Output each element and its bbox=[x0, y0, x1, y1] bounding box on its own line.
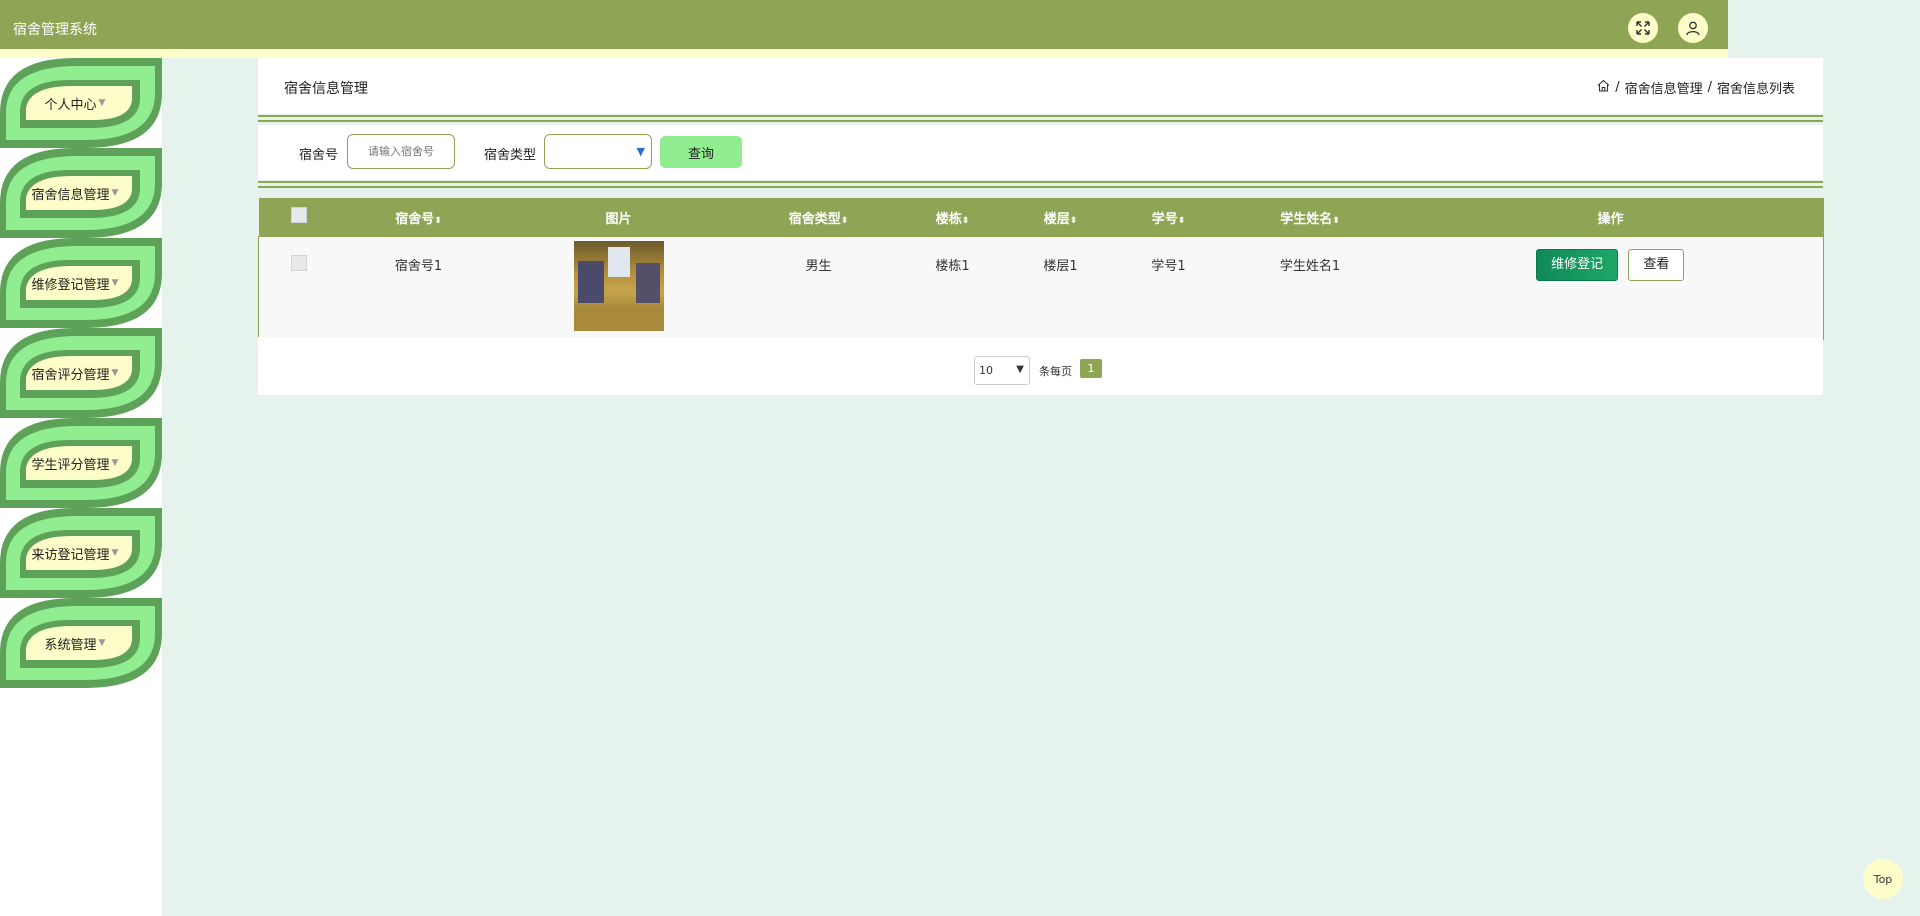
dorm-no-input[interactable] bbox=[347, 134, 455, 169]
cell-actions: 维修登记 查看 bbox=[1397, 236, 1824, 340]
caret-down-icon: ▼ bbox=[111, 548, 119, 558]
sidebar-item-label: 学生评分管理 bbox=[31, 457, 110, 473]
cell-image bbox=[498, 236, 739, 340]
cell-floor: 楼层1 bbox=[1006, 236, 1115, 340]
sort-icon[interactable]: ⬍ bbox=[434, 216, 442, 226]
dorm-photo[interactable] bbox=[573, 241, 664, 331]
app-title: 宿舍管理系统 bbox=[13, 22, 97, 38]
sidebar-item-label: 维修登记管理 bbox=[31, 277, 110, 293]
breadcrumb-item: 宿舍信息列表 bbox=[1716, 82, 1795, 97]
sidebar-item-repair[interactable]: 维修登记管理 ▼ bbox=[0, 238, 162, 328]
caret-down-icon: ▼ bbox=[111, 458, 119, 468]
home-icon[interactable] bbox=[1597, 79, 1610, 96]
table-row: 宿舍号1 男生 楼栋1 楼层1 学号1 学生姓名1 维修登记 查看 bbox=[258, 236, 1824, 340]
dorm-table: 宿舍号⬍ 图片 宿舍类型⬍ 楼栋⬍ 楼层⬍ 学号⬍ 学生姓名⬍ 操作 宿舍号1 … bbox=[258, 198, 1824, 340]
sidebar-item-label: 宿舍信息管理 bbox=[31, 187, 110, 203]
page-header: 宿舍信息管理 / 宿舍信息管理 / 宿舍信息列表 bbox=[258, 58, 1823, 114]
per-page-label: 条每页 bbox=[1039, 365, 1072, 378]
sidebar-item-dorm-info[interactable]: 宿舍信息管理 ▼ bbox=[0, 148, 162, 238]
column-header: 图片 bbox=[498, 198, 739, 237]
divider bbox=[258, 115, 1823, 122]
view-button[interactable]: 查看 bbox=[1628, 249, 1685, 281]
select-all-cell bbox=[258, 198, 339, 237]
sort-icon[interactable]: ⬍ bbox=[841, 216, 849, 226]
cell-type: 男生 bbox=[738, 236, 899, 340]
breadcrumb-separator: / bbox=[1615, 80, 1620, 95]
sort-icon[interactable]: ⬍ bbox=[1070, 216, 1078, 226]
page-title: 宿舍信息管理 bbox=[284, 81, 368, 97]
page-size-select[interactable]: 10 ▼ bbox=[974, 356, 1030, 385]
top-bar: 宿舍管理系统 bbox=[0, 0, 1728, 58]
back-to-top-button[interactable]: Top bbox=[1863, 859, 1903, 899]
column-header: 操作 bbox=[1397, 198, 1824, 237]
breadcrumb: / 宿舍信息管理 / 宿舍信息列表 bbox=[1597, 78, 1795, 97]
chevron-down-icon: ▼ bbox=[636, 145, 645, 158]
sidebar-item-dorm-score[interactable]: 宿舍评分管理 ▼ bbox=[0, 328, 162, 418]
caret-down-icon: ▼ bbox=[98, 638, 106, 648]
breadcrumb-item[interactable]: 宿舍信息管理 bbox=[1625, 78, 1703, 97]
dorm-no-label: 宿舍号 bbox=[299, 148, 339, 163]
row-checkbox[interactable] bbox=[290, 255, 307, 271]
sidebar-item-student-score[interactable]: 学生评分管理 ▼ bbox=[0, 418, 162, 508]
breadcrumb-separator: / bbox=[1707, 80, 1712, 95]
cell-building: 楼栋1 bbox=[898, 236, 1007, 340]
column-header[interactable]: 宿舍类型⬍ bbox=[738, 198, 899, 237]
caret-down-icon: ▼ bbox=[111, 278, 119, 288]
sidebar-item-label: 个人中心 bbox=[44, 97, 97, 113]
select-all-checkbox[interactable] bbox=[290, 207, 307, 223]
column-header[interactable]: 学生姓名⬍ bbox=[1222, 198, 1398, 237]
cell-student-name: 学生姓名1 bbox=[1222, 236, 1398, 340]
pagination: 10 ▼ 条每页 1 bbox=[258, 337, 1823, 395]
cell-student-id: 学号1 bbox=[1114, 236, 1223, 340]
divider bbox=[258, 181, 1823, 188]
sort-icon[interactable]: ⬍ bbox=[962, 216, 970, 226]
chevron-down-icon: ▼ bbox=[1016, 364, 1024, 375]
sidebar-item-visitor[interactable]: 来访登记管理 ▼ bbox=[0, 508, 162, 598]
dorm-type-select[interactable]: ▼ bbox=[544, 134, 652, 169]
caret-down-icon: ▼ bbox=[98, 98, 106, 108]
sidebar-item-system[interactable]: 系统管理 ▼ bbox=[0, 598, 162, 688]
search-bar: 宿舍号 宿舍类型 ▼ 查询 bbox=[258, 125, 1823, 180]
caret-down-icon: ▼ bbox=[111, 188, 119, 198]
caret-down-icon: ▼ bbox=[111, 368, 119, 378]
sidebar-item-personal-center[interactable]: 个人中心 ▼ bbox=[0, 58, 162, 148]
cell-dorm-no: 宿舍号1 bbox=[338, 236, 499, 340]
column-header[interactable]: 楼栋⬍ bbox=[898, 198, 1007, 237]
sort-icon[interactable]: ⬍ bbox=[1178, 216, 1186, 226]
sort-icon[interactable]: ⬍ bbox=[1332, 216, 1340, 226]
column-header[interactable]: 楼层⬍ bbox=[1006, 198, 1115, 237]
page-size-value: 10 bbox=[979, 364, 993, 377]
sidebar-item-label: 系统管理 bbox=[44, 637, 97, 653]
column-header[interactable]: 宿舍号⬍ bbox=[338, 198, 499, 237]
page-number-button[interactable]: 1 bbox=[1080, 359, 1102, 378]
user-icon[interactable] bbox=[1678, 13, 1708, 43]
dorm-type-label: 宿舍类型 bbox=[484, 148, 537, 163]
repair-register-button[interactable]: 维修登记 bbox=[1536, 249, 1619, 281]
table-header: 宿舍号⬍ 图片 宿舍类型⬍ 楼栋⬍ 楼层⬍ 学号⬍ 学生姓名⬍ 操作 bbox=[258, 198, 1824, 237]
column-header[interactable]: 学号⬍ bbox=[1114, 198, 1223, 237]
sidebar-item-label: 宿舍评分管理 bbox=[31, 367, 110, 383]
query-button[interactable]: 查询 bbox=[660, 136, 742, 168]
fullscreen-icon[interactable] bbox=[1628, 13, 1658, 43]
sidebar-item-label: 来访登记管理 bbox=[31, 547, 110, 563]
